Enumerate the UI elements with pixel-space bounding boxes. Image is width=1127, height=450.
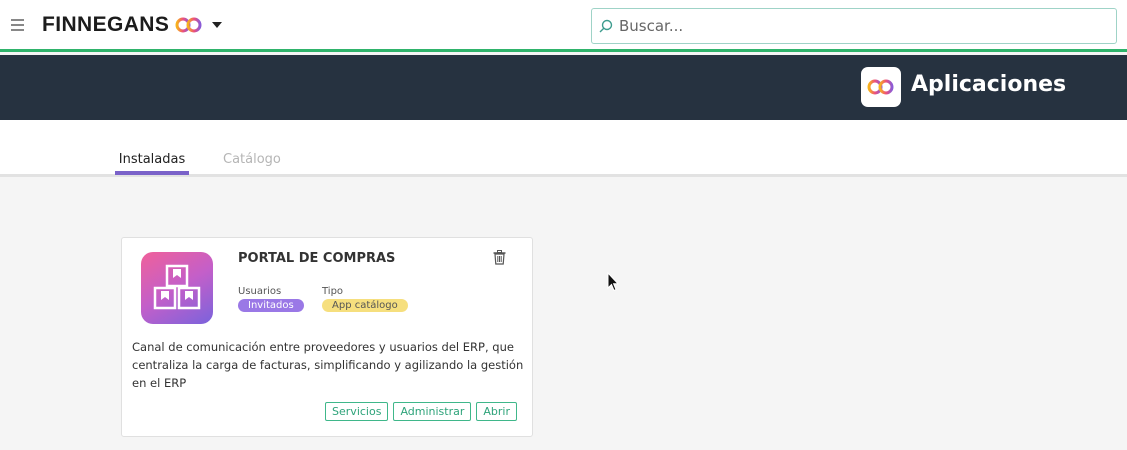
page-banner: Aplicaciones [0, 55, 1127, 120]
users-badge: Invitados [238, 299, 304, 312]
trash-icon[interactable] [493, 250, 506, 265]
search-icon [599, 19, 613, 33]
app-card: PORTAL DE COMPRAS Usuarios Invitados Tip… [121, 237, 533, 437]
brand-name: FINNEGANS [42, 13, 170, 36]
mouse-cursor [607, 272, 619, 292]
type-meta: Tipo App catálogo [322, 286, 408, 312]
tab-bar: Instaladas Catálogo [0, 120, 1127, 177]
app-title: PORTAL DE COMPRAS [238, 251, 396, 266]
services-button[interactable]: Servicios [325, 402, 389, 421]
card-actions: Servicios Administrar Abrir [325, 402, 517, 421]
tab-installed[interactable]: Instaladas [115, 152, 189, 175]
top-navbar: FINNEGANS [0, 0, 1127, 52]
type-label: Tipo [322, 286, 344, 297]
brand-switcher[interactable]: FINNEGANS [42, 13, 223, 37]
tab-catalog[interactable]: Catálogo [223, 152, 281, 167]
users-label: Usuarios [238, 286, 282, 297]
app-description: Canal de comunicación entre proveedores … [132, 340, 524, 390]
brand-logo-icon [175, 17, 202, 33]
boxes-icon [141, 252, 213, 324]
hamburger-icon[interactable] [11, 19, 24, 31]
chevron-down-icon [212, 22, 223, 28]
type-badge: App catálogo [322, 299, 408, 312]
users-meta: Usuarios Invitados [238, 286, 304, 312]
search-box [591, 8, 1117, 44]
open-button[interactable]: Abrir [476, 402, 517, 421]
page-title: Aplicaciones [911, 72, 1067, 97]
apps-logo-icon [861, 67, 901, 107]
search-input[interactable] [619, 17, 1099, 35]
admin-button[interactable]: Administrar [393, 402, 472, 421]
